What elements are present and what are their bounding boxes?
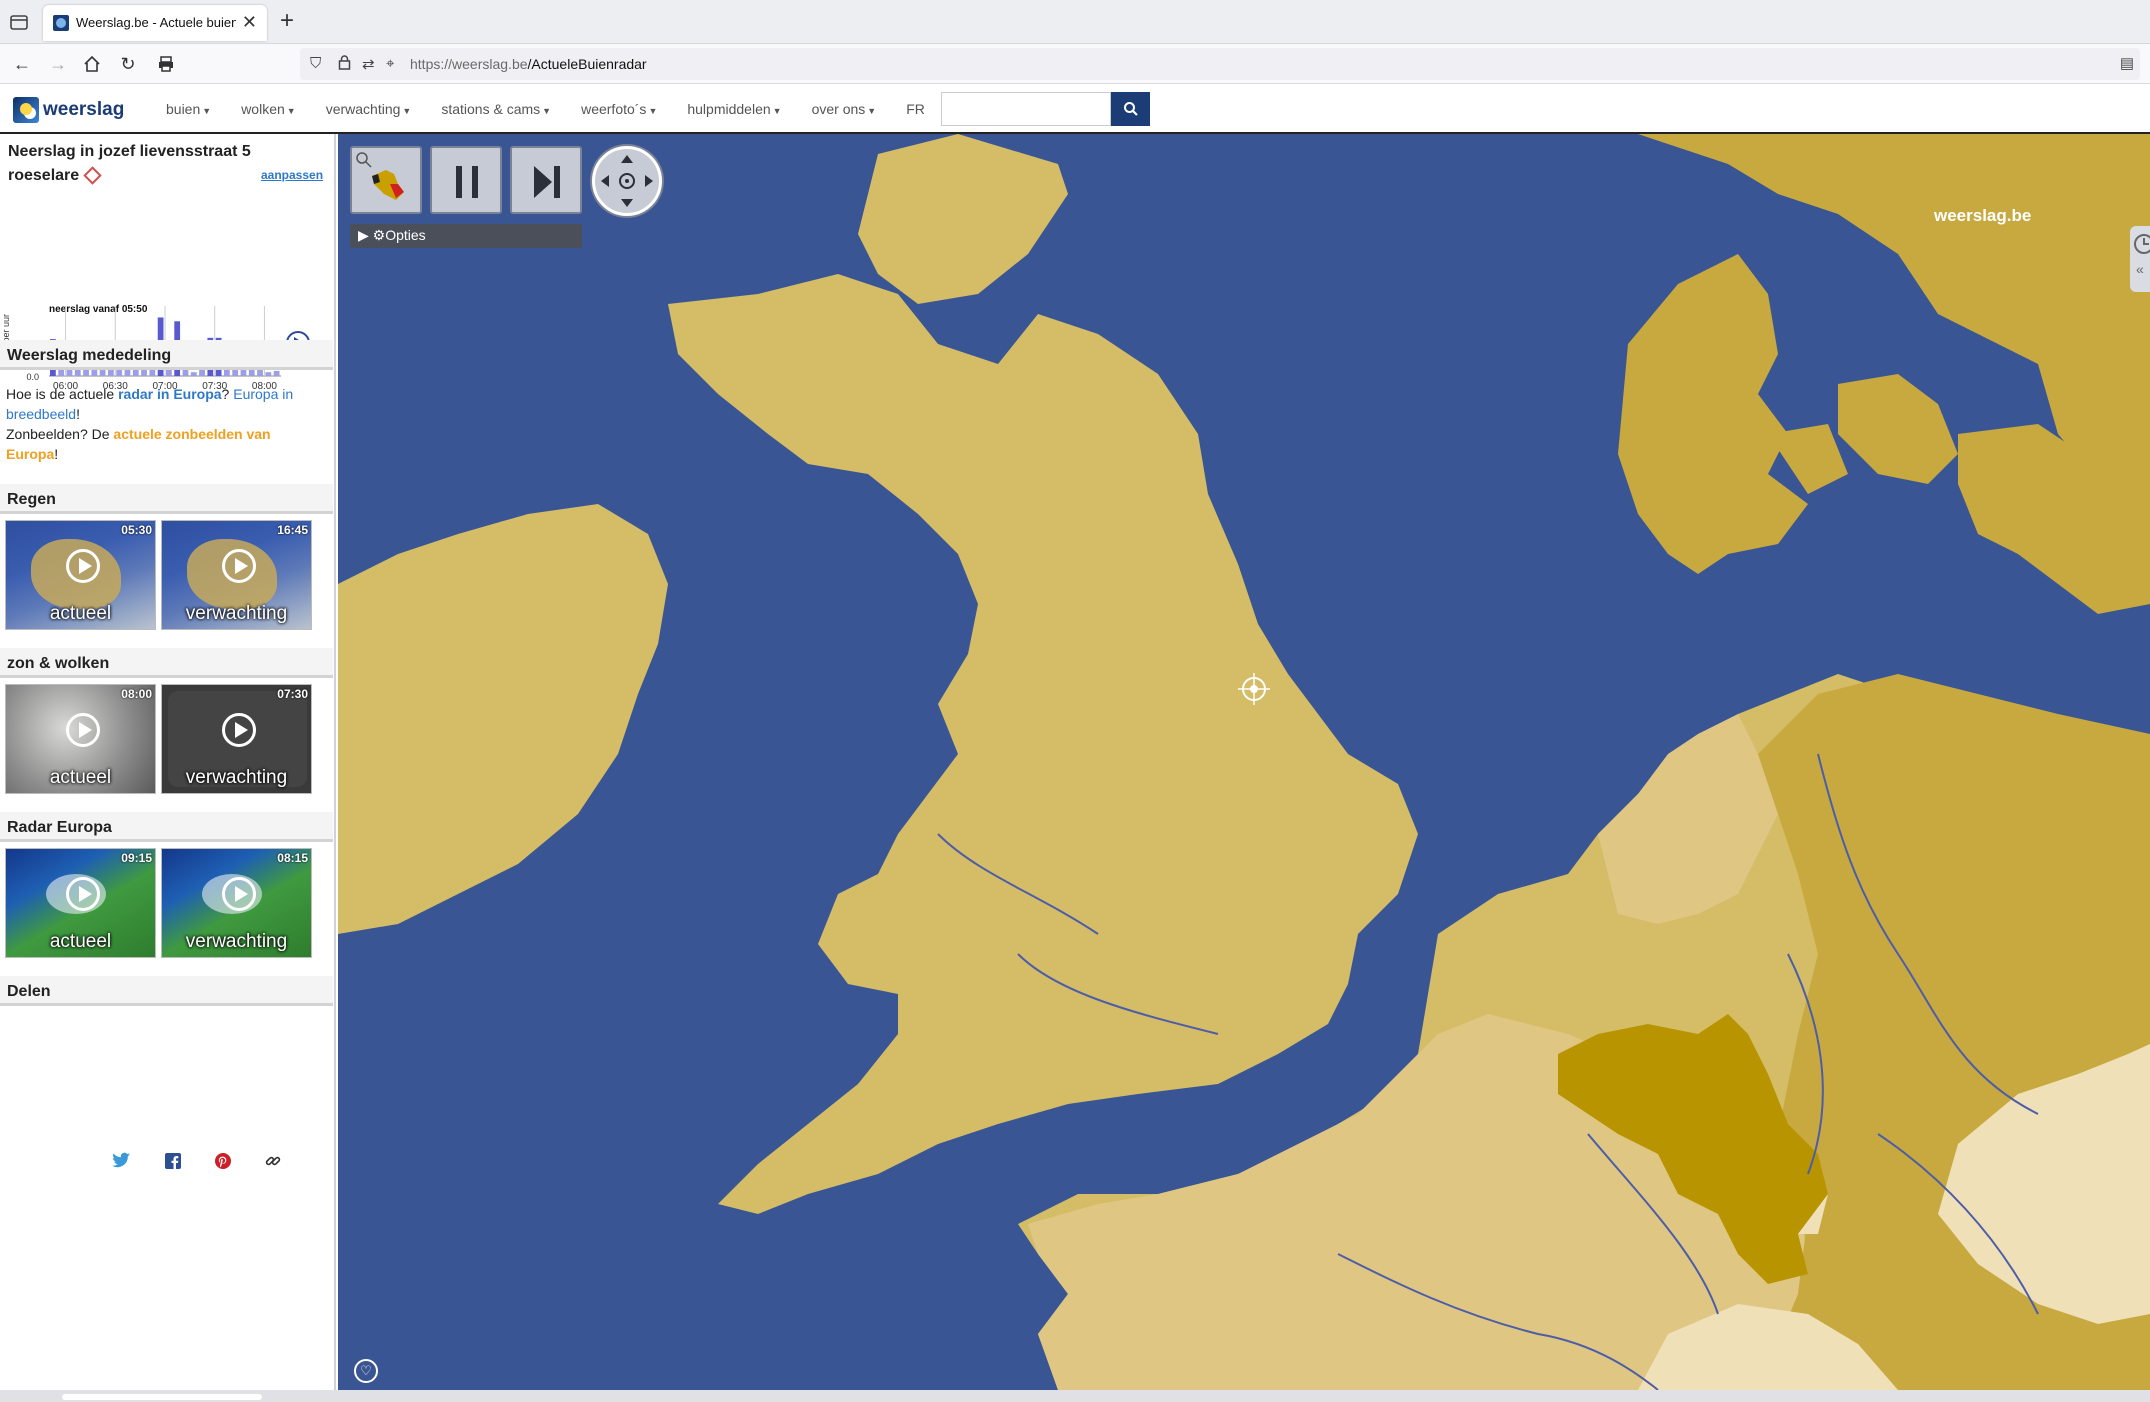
location-title: Neerslag in jozef lievensstraat 5 roesel… (8, 143, 251, 185)
section-radar-europa-heading: Radar Europa (0, 812, 333, 842)
menu-stations-cams[interactable]: stations & cams ▼ (441, 101, 551, 117)
play-icon (222, 877, 256, 911)
facebook-icon[interactable] (164, 1152, 182, 1175)
back-icon[interactable]: ← (10, 52, 34, 76)
menu-language-fr[interactable]: FR (906, 101, 925, 117)
link-icon[interactable] (264, 1152, 282, 1175)
menu-wolken[interactable]: wolken ▼ (241, 101, 296, 117)
play-icon (66, 549, 100, 583)
permissions-icon[interactable]: ⇄ (362, 55, 375, 73)
location-target-icon[interactable] (83, 166, 102, 185)
url-text: https://weerslag.be/ActueleBuienradar (410, 56, 647, 72)
site-favicon-icon (53, 15, 69, 31)
reader-view-icon[interactable]: ▤ (2120, 54, 2134, 72)
step-forward-button[interactable] (510, 146, 582, 214)
menu-over-ons[interactable]: over ons ▼ (812, 101, 877, 117)
favorite-heart-icon[interactable]: ♡ (354, 1359, 378, 1383)
radar-europa-verwachting-thumb[interactable]: 08:15 verwachting (161, 848, 312, 958)
address-bar[interactable]: ⛉ ⇄ ⌖ https://weerslag.be/ActueleBuienra… (300, 48, 2140, 80)
print-icon[interactable] (154, 52, 178, 76)
main-menu: buien ▼ wolken ▼ verwachting ▼ stations & c… (166, 101, 955, 117)
home-icon[interactable] (80, 52, 104, 76)
browser-tab-bar: Weerslag.be - Actuele buienradar ✕ + (0, 0, 2150, 44)
play-icon (222, 713, 256, 747)
pause-button[interactable] (430, 146, 502, 214)
section-zon-wolken-heading: zon & wolken (0, 648, 333, 678)
chart-bar (240, 369, 247, 376)
browser-tab[interactable]: Weerslag.be - Actuele buienradar ✕ (43, 5, 267, 41)
menu-verwachting[interactable]: verwachting ▼ (326, 101, 412, 117)
chart-bar (190, 372, 197, 376)
twitter-icon[interactable] (111, 1152, 131, 1175)
share-heading: Delen (0, 976, 333, 1006)
radar-map[interactable]: ▶ ⚙Opties weerslag.be « ♡ (338, 134, 2150, 1390)
zoom-belgium-button[interactable] (350, 146, 422, 214)
new-tab-icon[interactable]: + (280, 7, 294, 35)
scrollbar-thumb[interactable] (62, 1394, 262, 1400)
chart-bar (273, 370, 280, 376)
logo-text: weerslag (43, 99, 125, 120)
forward-icon[interactable]: → (46, 52, 70, 76)
time-panel-tab[interactable]: « (2130, 226, 2150, 292)
chart-bar (265, 372, 272, 376)
options-icon: ⚙ (372, 227, 386, 243)
svg-text:«: « (2136, 261, 2144, 277)
shield-icon[interactable]: ⛉ (310, 55, 321, 72)
menu-buien[interactable]: buien ▼ (166, 101, 211, 117)
lock-icon[interactable] (338, 55, 351, 74)
pan-control[interactable] (592, 146, 662, 216)
tab-title: Weerslag.be - Actuele buienradar (76, 15, 236, 30)
map-basemap (338, 134, 2150, 1390)
radar-europe-link[interactable]: radar in Europa (118, 386, 221, 402)
location-icon[interactable]: ⌖ (386, 55, 394, 72)
site-logo[interactable]: weerslag (13, 95, 124, 125)
zon-verwachting-thumb[interactable]: 07:30 verwachting (161, 684, 312, 794)
section-regen-heading: Regen (0, 484, 333, 514)
radar-europa-actueel-thumb[interactable]: 09:15 actueel (5, 848, 156, 958)
tab-list-icon[interactable] (8, 11, 30, 33)
search-button[interactable] (1111, 92, 1150, 126)
menu-weerfotos[interactable]: weerfoto´s ▼ (581, 101, 657, 117)
options-toggle[interactable]: ▶ ⚙Opties (350, 224, 582, 248)
close-tab-icon[interactable]: ✕ (242, 12, 257, 33)
site-search-input[interactable] (941, 92, 1111, 126)
map-watermark: weerslag.be (1934, 206, 2032, 225)
reload-icon[interactable]: ↻ (116, 52, 140, 76)
play-icon (222, 549, 256, 583)
regen-actueel-thumb[interactable]: 05:30 actueel (5, 520, 156, 630)
chart-y-tick: 0.0 (26, 372, 39, 382)
clock-icon: « (2134, 234, 2150, 277)
horizontal-scrollbar[interactable] (0, 1390, 2150, 1402)
regen-verwachting-thumb[interactable]: 16:45 verwachting (161, 520, 312, 630)
play-icon (66, 877, 100, 911)
site-header: weerslag buien ▼ wolken ▼ verwachting ▼ sta… (0, 84, 2150, 134)
announcement-heading: Weerslag mededeling (0, 340, 333, 370)
play-icon (66, 713, 100, 747)
menu-hulpmiddelen[interactable]: hulpmiddelen ▼ (687, 101, 781, 117)
sidebar: Neerslag in jozef lievensstraat 5 roesel… (0, 134, 336, 1390)
pinterest-icon[interactable] (214, 1152, 232, 1175)
chart-title: neerslag vanaf 05:50 (49, 304, 148, 315)
browser-nav-bar: ← → ↻ ⛉ ⇄ ⌖ https://weerslag.be/ActueleB… (0, 44, 2150, 84)
logo-mark-icon (13, 97, 39, 123)
zon-actueel-thumb[interactable]: 08:00 actueel (5, 684, 156, 794)
edit-location-link[interactable]: aanpassen (261, 168, 323, 182)
search-icon (1123, 102, 1138, 116)
announcement-text: Hoe is de actuele radar in Europa? Europ… (6, 386, 294, 462)
